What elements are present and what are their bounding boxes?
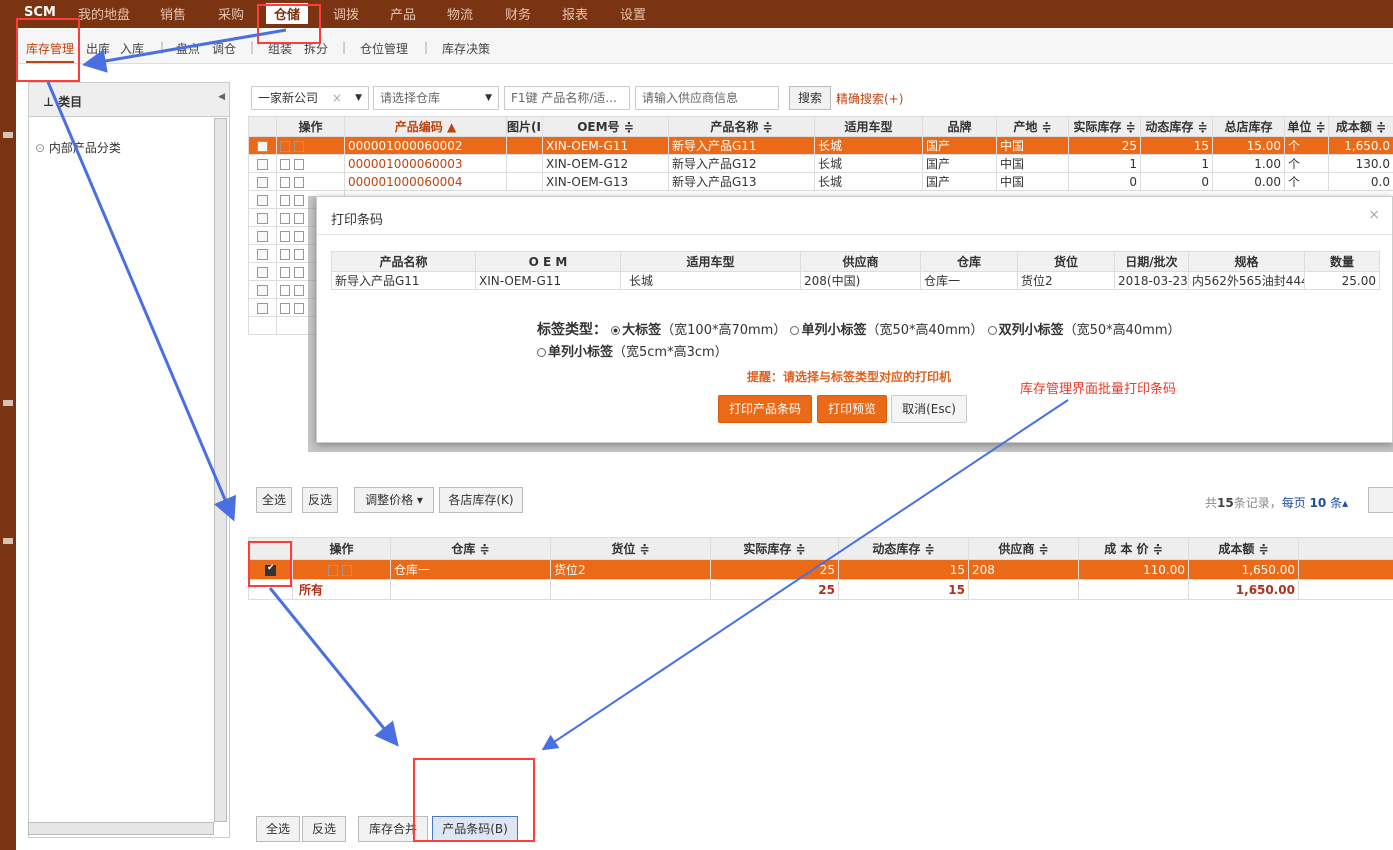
- arrow-note-to-button: [541, 399, 1069, 751]
- arrow-nav-to-tab: [82, 28, 287, 73]
- arrow-row-to-button: [268, 587, 399, 747]
- arrow-tab-to-list: [46, 81, 237, 522]
- annotation-arrows: [46, 28, 1069, 751]
